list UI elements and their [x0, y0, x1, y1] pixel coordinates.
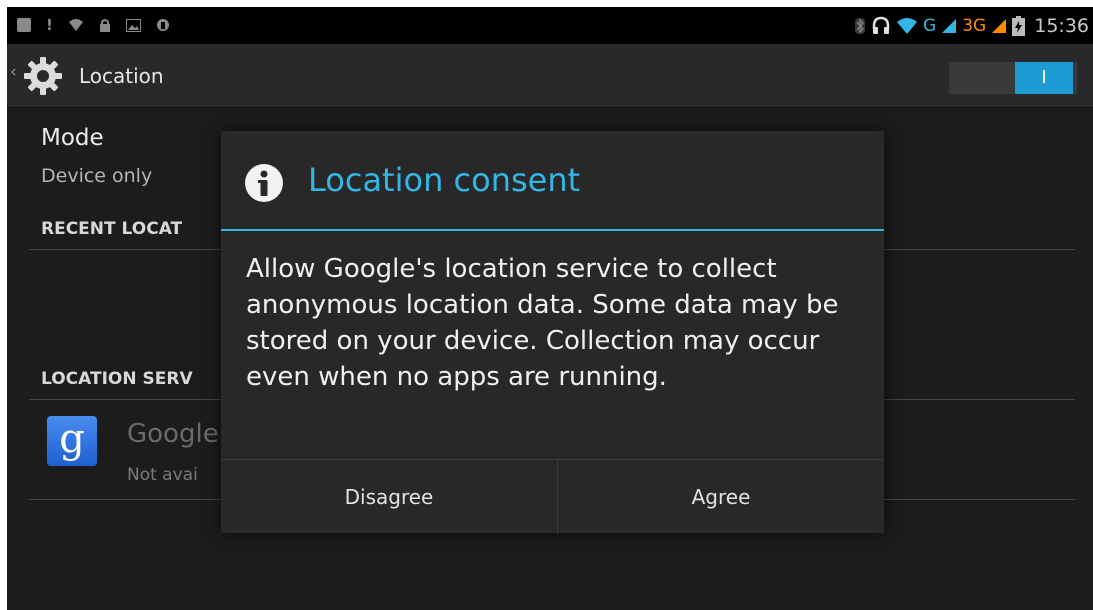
location-services-header: LOCATION SERV: [41, 369, 193, 389]
bluetooth-icon: [855, 18, 866, 34]
agree-button[interactable]: Agree: [558, 460, 884, 534]
disagree-button[interactable]: Disagree: [221, 460, 558, 534]
network-type-g: G: [923, 16, 937, 36]
wifi-signal-icon: [897, 18, 918, 34]
info-icon: [245, 164, 283, 202]
screen: ! G 3G 15:36 ‹ Location I Mode Device on…: [7, 7, 1093, 610]
dialog-title: Location consent: [308, 161, 581, 199]
system-icons: G 3G 15:36: [854, 11, 1089, 41]
dialog-message: Allow Google's location service to colle…: [246, 254, 839, 392]
wifi-icon: [68, 19, 83, 31]
image-icon: [125, 18, 141, 32]
dialog-header: Location consent: [221, 131, 884, 231]
action-bar: ‹ Location I: [7, 44, 1093, 108]
lock-icon: [99, 19, 110, 32]
battery-icon: [1012, 16, 1026, 36]
switch-on-thumb: I: [1015, 62, 1073, 94]
signal-icon: [942, 19, 957, 33]
service-status: Not avai: [127, 465, 198, 485]
clock: 15:36: [1034, 15, 1089, 37]
status-bar: ! G 3G 15:36: [7, 7, 1093, 44]
page-title: Location: [79, 64, 164, 88]
message-icon: [17, 18, 31, 32]
mode-value: Device only: [41, 165, 153, 187]
dialog-title-divider: [221, 229, 884, 231]
network-type-3g: 3G: [962, 16, 987, 36]
recent-requests-header: RECENT LOCAT: [41, 219, 183, 239]
mode-title: Mode: [41, 125, 104, 151]
headset-icon: [872, 16, 890, 34]
location-toggle-switch[interactable]: I: [949, 62, 1077, 94]
signal-icon-2: [992, 19, 1007, 33]
back-chevron-icon[interactable]: ‹: [10, 62, 17, 82]
google-search-icon: g: [47, 416, 97, 466]
settings-gear-icon[interactable]: [23, 56, 63, 96]
notification-icons: !: [17, 16, 170, 34]
dialog-button-bar: Disagree Agree: [221, 459, 884, 534]
location-consent-dialog: Location consent Allow Google's location…: [221, 131, 884, 534]
service-title: Google: [127, 419, 219, 449]
android-icon: [156, 18, 169, 31]
alert-icon: !: [46, 16, 53, 34]
